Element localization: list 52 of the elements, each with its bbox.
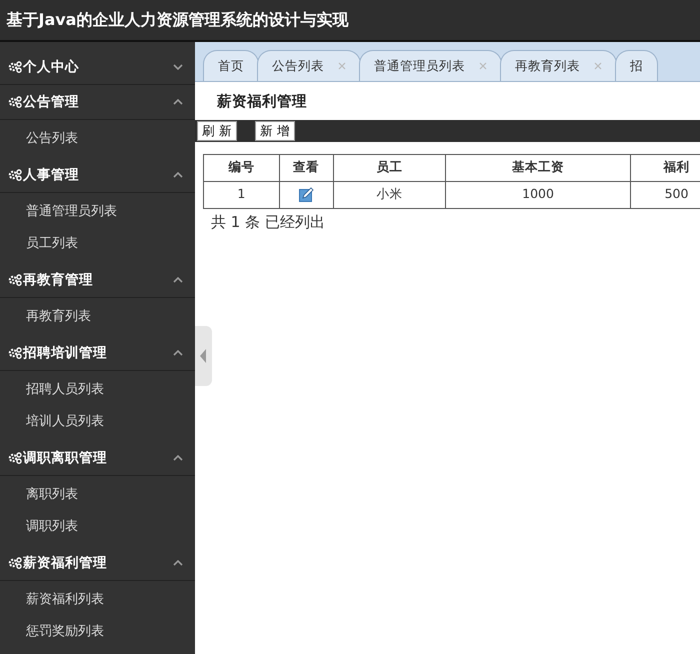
sidebar-item[interactable]: 公告列表 — [0, 123, 195, 155]
tab[interactable]: 再教育列表 — [500, 50, 617, 81]
sidebar-group-header[interactable]: 公告管理 — [0, 85, 195, 120]
group-label: 招聘培训管理 — [23, 344, 107, 363]
table-cell: 小米 — [333, 181, 446, 208]
column-header: 福利 — [630, 154, 700, 182]
column-header: 员工 — [333, 154, 446, 182]
collapse-handle[interactable] — [195, 326, 212, 386]
sidebar-group-header[interactable]: 薪资福利管理 — [0, 546, 195, 581]
gears-icon — [8, 61, 22, 73]
group-label: 再教育管理 — [23, 270, 93, 290]
gears-icon — [8, 557, 22, 569]
sidebar-group-header[interactable]: 调职离职管理 — [0, 441, 195, 476]
record-count: 共 1 条 已经列出 — [211, 212, 325, 231]
toolbar-button[interactable]: 刷 新 — [197, 120, 237, 141]
group-label: 人事管理 — [23, 166, 79, 185]
sidebar-item[interactable]: 调职列表 — [0, 511, 195, 543]
edit-icon[interactable] — [298, 187, 314, 202]
sidebar-item[interactable]: 招聘人员列表 — [0, 374, 195, 406]
gears-icon — [8, 169, 22, 181]
sidebar-item[interactable]: 员工列表 — [0, 228, 195, 260]
tab[interactable]: 招 — [615, 50, 658, 81]
table-cell: 1 — [204, 181, 280, 208]
group-label: 调职离职管理 — [23, 448, 107, 468]
app-title: 基于Java的企业人力资源管理系统的设计与实现 — [6, 9, 348, 31]
sidebar-item[interactable]: 培训人员列表 — [0, 406, 195, 438]
group-label: 薪资福利管理 — [23, 554, 107, 573]
group-label: 个人中心 — [23, 58, 79, 77]
toolbar-button[interactable]: 新 增 — [254, 120, 295, 141]
sidebar-item[interactable]: 普通管理员列表 — [0, 196, 195, 228]
close-icon[interactable] — [594, 62, 602, 70]
tab[interactable]: 首页 — [203, 50, 259, 81]
gears-icon — [8, 347, 22, 359]
gears-icon — [8, 274, 22, 286]
column-header: 查看 — [279, 154, 334, 182]
column-header: 基本工资 — [446, 154, 631, 182]
sidebar-group-header[interactable]: 再教育管理 — [0, 263, 195, 298]
sidebar-item[interactable]: 薪资福利列表 — [0, 584, 195, 616]
gears-icon — [8, 96, 22, 108]
group-label: 公告管理 — [23, 92, 79, 112]
close-icon[interactable] — [479, 62, 487, 70]
page-title: 薪资福利管理 — [216, 92, 307, 112]
tab[interactable]: 公告列表 — [257, 50, 361, 81]
column-header: 编号 — [204, 154, 280, 182]
sidebar-item[interactable]: 再教育列表 — [0, 301, 195, 333]
sidebar-item[interactable]: 离职列表 — [0, 479, 195, 511]
sidebar-item[interactable]: 惩罚奖励列表 — [0, 616, 195, 648]
tab[interactable]: 普通管理员列表 — [359, 50, 502, 81]
close-icon[interactable] — [338, 62, 346, 70]
gears-icon — [8, 452, 22, 464]
table-cell: 1000 — [446, 181, 631, 208]
sidebar-group-header[interactable]: 人事管理 — [0, 158, 195, 193]
